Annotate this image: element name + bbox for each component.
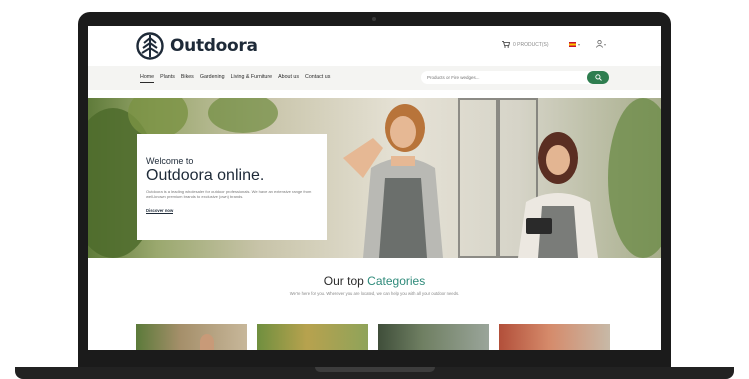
category-card[interactable]: [136, 324, 247, 350]
language-selector[interactable]: ▾: [569, 42, 580, 47]
search-icon: [594, 74, 602, 81]
device-mockup: Outdoora 0 PRODUCT(S) ▾ ▾ Home Plants Bi…: [0, 0, 749, 379]
chevron-down-icon: ▾: [578, 42, 581, 47]
hero-banner: Welcome to Outdoora online. Outdoora is …: [88, 98, 661, 258]
hero-person-woman: [518, 132, 598, 258]
category-card[interactable]: [499, 324, 610, 350]
main-navigation: Home Plants Bikes Gardening Living & Fur…: [88, 66, 661, 90]
nav-item-living-furniture[interactable]: Living & Furniture: [231, 74, 273, 83]
discover-now-link[interactable]: Discover now: [146, 208, 174, 214]
categories-title-accent: Categories: [367, 274, 426, 288]
hero-kicker: Welcome to: [146, 156, 194, 166]
search-bar: [421, 71, 609, 84]
chevron-down-icon: ▾: [604, 41, 607, 47]
laptop-notch: [315, 367, 435, 372]
categories-heading: Our top Categories: [88, 274, 661, 288]
nav-item-gardening[interactable]: Gardening: [200, 74, 225, 83]
search-input[interactable]: [427, 73, 577, 82]
category-card[interactable]: [378, 324, 489, 350]
brand-name: Outdoora: [170, 36, 258, 56]
nav-item-home[interactable]: Home: [140, 74, 155, 83]
user-icon: [596, 40, 603, 48]
screen: Outdoora 0 PRODUCT(S) ▾ ▾ Home Plants Bi…: [88, 26, 661, 350]
hero-card: Welcome to Outdoora online. Outdoora is …: [137, 134, 327, 240]
nav-item-about-us[interactable]: About us: [278, 74, 299, 83]
laptop-base: [15, 367, 734, 379]
laptop-lid: Outdoora 0 PRODUCT(S) ▾ ▾ Home Plants Bi…: [78, 12, 671, 368]
hero-person-man: [343, 104, 443, 258]
logo[interactable]: Outdoora: [136, 32, 258, 60]
hero-description: Outdoora is a leading wholesaler for out…: [146, 189, 312, 199]
hero-foliage: [608, 98, 661, 258]
category-image: [200, 334, 214, 350]
hero-foliage: [208, 98, 278, 133]
nav-list: Home Plants Bikes Gardening Living & Fur…: [140, 74, 330, 83]
cart-button[interactable]: 0 PRODUCT(S): [502, 41, 549, 48]
category-grid: [136, 324, 610, 350]
window-frame: [458, 98, 498, 258]
nav-item-contact-us[interactable]: Contact us: [305, 74, 330, 83]
camera-icon: [372, 17, 376, 21]
cart-label: 0 PRODUCT(S): [513, 41, 549, 48]
flag-icon: [569, 42, 576, 47]
nav-item-bikes[interactable]: Bikes: [181, 74, 194, 83]
top-header: Outdoora 0 PRODUCT(S) ▾ ▾: [88, 26, 661, 66]
account-button[interactable]: ▾: [596, 40, 606, 48]
categories-subtitle: We're here for you. Wherever you are loc…: [289, 291, 460, 296]
categories-title-prefix: Our top: [323, 274, 364, 288]
nav-item-plants[interactable]: Plants: [160, 74, 175, 83]
logo-mark-icon: [136, 32, 164, 60]
hero-title: Outdoora online.: [146, 167, 265, 184]
search-button[interactable]: [587, 71, 609, 84]
cart-icon: [502, 41, 510, 48]
category-card[interactable]: [257, 324, 368, 350]
